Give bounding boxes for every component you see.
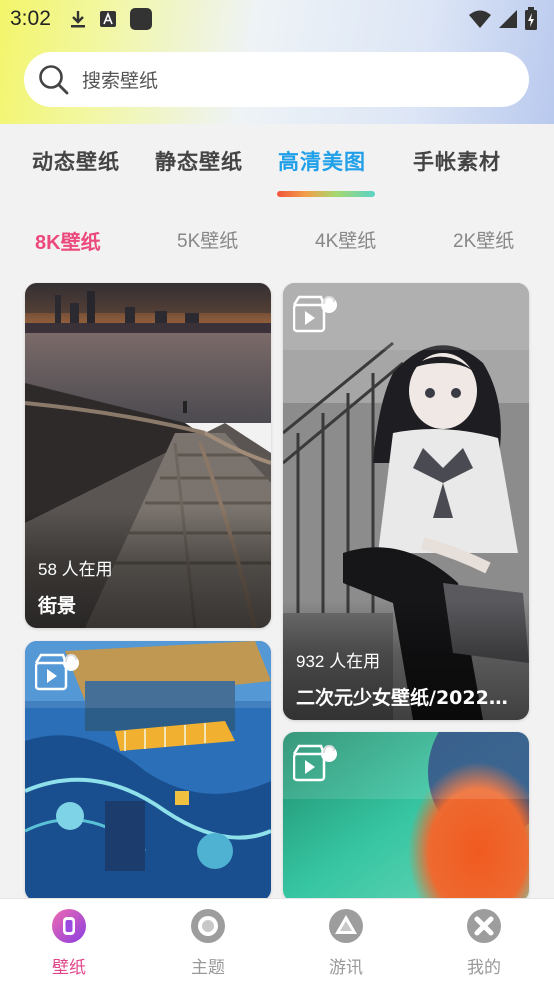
tab-active-indicator — [277, 191, 375, 197]
nav-label-theme: 主题 — [191, 958, 225, 978]
wallpaper-card[interactable]: 58 人在用 街景 — [25, 283, 271, 628]
status-time: 3:02 — [10, 7, 51, 30]
nav-item-game[interactable]: 游讯 — [306, 907, 386, 978]
video-badge-icon — [293, 744, 337, 782]
search-placeholder: 搜索壁纸 — [82, 70, 159, 92]
wallpaper-card[interactable] — [283, 732, 529, 902]
search-icon — [39, 64, 69, 94]
subtab-5k[interactable]: 5K壁纸 — [177, 226, 238, 253]
search-bar[interactable]: 搜索壁纸 — [24, 52, 529, 107]
theme-icon — [191, 909, 225, 943]
font-app-icon — [99, 11, 116, 27]
tab-static-wallpaper[interactable]: 静态壁纸 — [155, 146, 243, 176]
wallpaper-card[interactable] — [25, 641, 271, 901]
subtab-2k[interactable]: 2K壁纸 — [453, 226, 514, 253]
card-user-count: 932 人在用 — [296, 652, 381, 671]
download-icon — [70, 11, 85, 28]
bottom-navigation: 壁纸 主题 游讯 我的 — [0, 898, 554, 984]
tab-hd-images[interactable]: 高清美图 — [278, 146, 366, 176]
category-tabs: 动态壁纸 静态壁纸 高清美图 手帐素材 — [0, 124, 554, 206]
nav-item-theme[interactable]: 主题 — [168, 907, 248, 978]
app-square-icon — [129, 8, 152, 30]
video-badge-icon — [35, 653, 79, 691]
video-badge-icon — [293, 295, 337, 333]
tab-dynamic-wallpaper[interactable]: 动态壁纸 — [32, 146, 120, 176]
nav-label-game: 游讯 — [329, 958, 363, 978]
game-icon — [329, 909, 363, 943]
card-title: 街景 — [38, 595, 77, 617]
nav-label-profile: 我的 — [467, 958, 501, 978]
status-bar: 3:02 — [0, 0, 554, 38]
tab-journal-materials[interactable]: 手帐素材 — [413, 146, 501, 176]
nav-item-wallpaper[interactable]: 壁纸 — [29, 907, 109, 978]
wallpaper-icon — [52, 909, 86, 943]
resolution-tabs: 8K壁纸 5K壁纸 4K壁纸 2K壁纸 — [0, 206, 554, 268]
wallpaper-card[interactable]: 932 人在用 二次元少女壁纸/20220... — [283, 283, 529, 720]
battery-icon — [525, 7, 537, 30]
nav-label-wallpaper: 壁纸 — [52, 958, 86, 978]
card-title: 二次元少女壁纸/20220... — [296, 687, 518, 709]
card-user-count: 58 人在用 — [38, 560, 113, 579]
profile-icon — [467, 909, 501, 943]
subtab-8k[interactable]: 8K壁纸 — [35, 226, 101, 255]
subtab-4k[interactable]: 4K壁纸 — [315, 226, 376, 253]
nav-item-profile[interactable]: 我的 — [444, 907, 524, 978]
wifi-icon — [469, 10, 491, 28]
signal-icon — [499, 10, 517, 28]
